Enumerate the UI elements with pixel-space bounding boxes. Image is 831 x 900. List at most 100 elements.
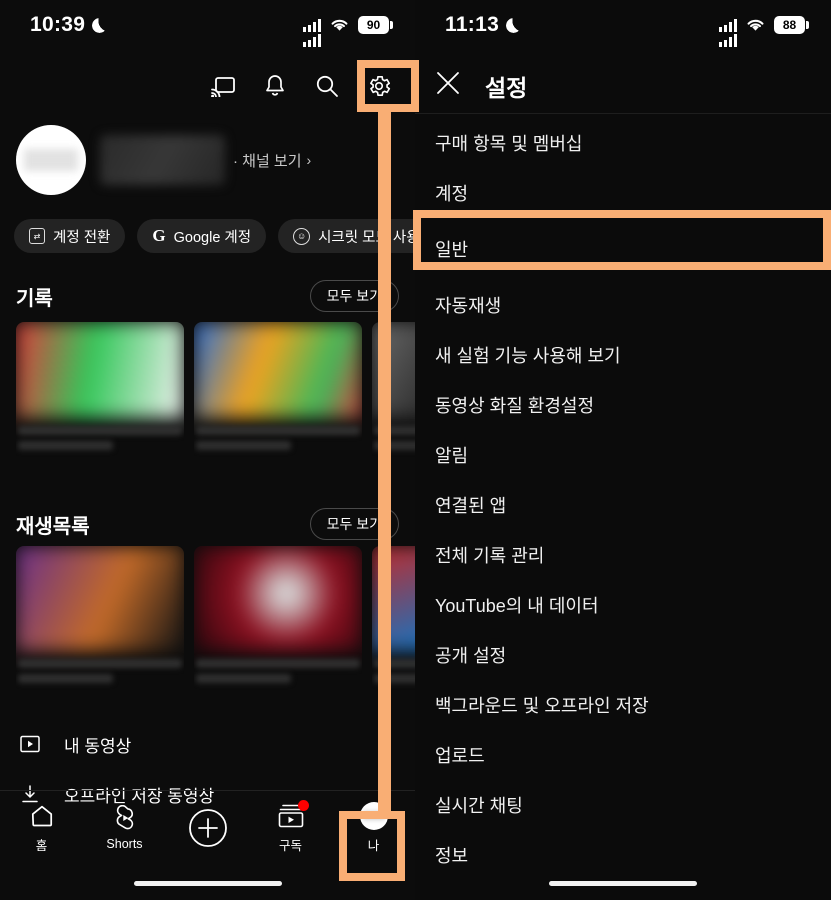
menu-item-try-experimental[interactable]: 새 실험 기능 사용해 보기	[415, 330, 831, 380]
playlists-view-all-button[interactable]: 모두 보기	[309, 508, 399, 540]
playlists-section-header: 재생목록 모두 보기	[0, 504, 415, 544]
page-title: 설정	[485, 74, 528, 101]
menu-item-label: 실시간 채팅	[435, 796, 523, 816]
status-indicators: 90	[303, 16, 393, 47]
menu-item-manage-history[interactable]: 전체 기록 관리	[415, 530, 831, 580]
settings-panel: 11:13 88 설정 구매 항목 및 멤버십 계정 일반 자동재생 새 실험 …	[415, 0, 831, 900]
shorts-icon	[112, 804, 138, 832]
playlist-thumbnail[interactable]	[372, 546, 415, 696]
list-item-label: 내 동영상	[64, 736, 132, 756]
account-chips: ⇄ 계정 전환 G Google 계정 ☺ 시크릿 모드 사용	[0, 219, 415, 253]
view-channel-link[interactable]: · 채널 보기 ›	[233, 150, 311, 171]
battery-indicator: 90	[358, 16, 393, 34]
menu-item-label: 정보	[435, 846, 469, 866]
status-time-group: 10:39	[30, 13, 107, 37]
wifi-icon	[746, 18, 765, 32]
subscriptions-icon	[277, 799, 309, 830]
settings-menu-list: 구매 항목 및 멤버십 계정 일반 자동재생 새 실험 기능 사용해 보기 동영…	[415, 118, 831, 880]
menu-item-label: 업로드	[435, 746, 485, 766]
menu-item-label: 구매 항목 및 멤버십	[435, 134, 583, 154]
video-thumbnail[interactable]	[194, 322, 362, 472]
nav-item-shorts[interactable]: Shorts	[83, 804, 166, 851]
notification-badge	[297, 799, 309, 811]
account-name-blurred	[100, 135, 225, 185]
nav-item-you[interactable]: 나	[332, 801, 415, 854]
search-icon[interactable]	[313, 72, 341, 100]
battery-indicator: 88	[774, 16, 809, 34]
nav-item-label: 홈	[35, 838, 48, 853]
home-icon	[29, 802, 55, 830]
switch-account-icon: ⇄	[29, 228, 45, 244]
history-shelf[interactable]	[16, 322, 415, 472]
youtube-toolbar	[0, 58, 415, 114]
menu-item-label: 일반	[435, 240, 469, 260]
menu-item-notifications[interactable]: 알림	[415, 430, 831, 480]
menu-item-connected-apps[interactable]: 연결된 앱	[415, 480, 831, 530]
battery-level: 88	[782, 18, 797, 32]
chip-incognito[interactable]: ☺ 시크릿 모드 사용	[278, 219, 415, 253]
menu-item-label: 백그라운드 및 오프라인 저장	[435, 696, 649, 716]
settings-header: 설정	[415, 58, 831, 114]
chip-google-account[interactable]: G Google 계정	[137, 219, 267, 253]
battery-level: 90	[366, 18, 381, 32]
menu-item-label: 계정	[435, 184, 469, 204]
chip-label: 계정 전환	[53, 229, 111, 246]
bottom-navigation: 홈 Shorts 구독 나	[0, 790, 415, 864]
status-time-group: 11:13	[445, 13, 521, 37]
list-item-my-videos[interactable]: 내 동영상	[0, 720, 415, 768]
gear-icon[interactable]	[365, 72, 393, 100]
menu-item-label: 연결된 앱	[435, 496, 507, 516]
nav-item-label: 구독	[278, 838, 302, 853]
history-section-header: 기록 모두 보기	[0, 276, 415, 316]
nav-item-label: 나	[367, 838, 380, 853]
avatar[interactable]	[16, 125, 86, 195]
chip-switch-account[interactable]: ⇄ 계정 전환	[14, 219, 126, 253]
bell-icon[interactable]	[261, 72, 289, 100]
view-channel-label: · 채널 보기	[233, 152, 302, 170]
playlist-thumbnail[interactable]	[16, 546, 184, 696]
nav-item-subscriptions[interactable]: 구독	[249, 799, 332, 854]
playlists-shelf[interactable]	[16, 546, 415, 696]
nav-item-home[interactable]: 홈	[0, 802, 83, 854]
account-header[interactable]: · 채널 보기 ›	[0, 125, 415, 195]
google-g-icon: G	[152, 226, 166, 245]
moon-icon	[92, 18, 107, 33]
home-indicator	[133, 881, 282, 886]
menu-item-your-data[interactable]: YouTube의 내 데이터	[415, 580, 831, 630]
status-indicators: 88	[719, 16, 809, 47]
menu-item-label: YouTube의 내 데이터	[435, 596, 599, 616]
menu-item-live-chat[interactable]: 실시간 채팅	[415, 780, 831, 830]
menu-item-account[interactable]: 계정	[415, 168, 831, 218]
video-thumbnail[interactable]	[372, 322, 415, 472]
menu-item-autoplay[interactable]: 자동재생	[415, 280, 831, 330]
history-view-all-button[interactable]: 모두 보기	[309, 280, 399, 312]
menu-item-label: 새 실험 기능 사용해 보기	[435, 346, 621, 366]
menu-item-label: 공개 설정	[435, 646, 507, 666]
menu-item-uploads[interactable]: 업로드	[415, 730, 831, 780]
menu-item-label: 전체 기록 관리	[435, 546, 545, 566]
menu-item-about[interactable]: 정보	[415, 830, 831, 880]
avatar-icon	[359, 801, 388, 830]
playlist-thumbnail[interactable]	[194, 546, 362, 696]
menu-item-background-downloads[interactable]: 백그라운드 및 오프라인 저장	[415, 680, 831, 730]
playlists-title: 재생목록	[16, 515, 90, 538]
screenshot-root: 10:39 90 · 채널 보기 › ⇄ 계정 전환 G Google 계정 ☺…	[0, 0, 831, 900]
cast-icon[interactable]	[209, 72, 237, 100]
status-time: 10:39	[30, 13, 86, 36]
home-indicator	[549, 881, 697, 886]
close-icon[interactable]	[435, 70, 461, 101]
menu-item-label: 알림	[435, 446, 469, 466]
menu-item-general[interactable]: 일반	[415, 218, 831, 280]
incognito-icon: ☺	[293, 227, 311, 245]
history-title: 기록	[16, 287, 53, 310]
status-time: 11:13	[445, 13, 500, 36]
menu-item-purchases[interactable]: 구매 항목 및 멤버십	[415, 118, 831, 168]
video-thumbnail[interactable]	[16, 322, 184, 472]
menu-item-label: 동영상 화질 환경설정	[435, 396, 595, 416]
menu-item-privacy[interactable]: 공개 설정	[415, 630, 831, 680]
chip-label: Google 계정	[173, 229, 252, 246]
menu-item-label: 자동재생	[435, 296, 502, 316]
menu-item-video-quality[interactable]: 동영상 화질 환경설정	[415, 380, 831, 430]
nav-item-create[interactable]	[166, 808, 249, 847]
chip-label: 시크릿 모드 사용	[318, 229, 415, 246]
